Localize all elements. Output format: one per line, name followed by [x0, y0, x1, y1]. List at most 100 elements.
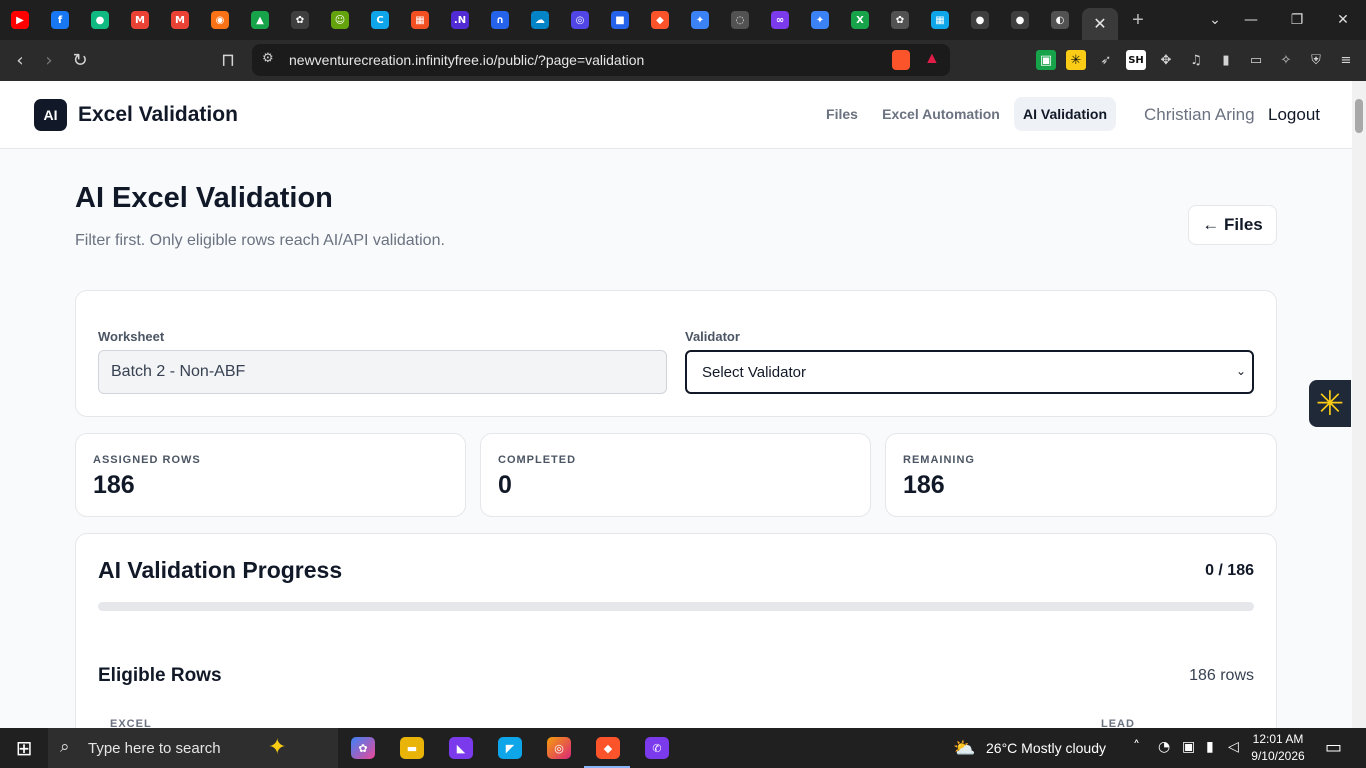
top-navbar: AI Excel Validation Files Excel Automati… — [0, 81, 1352, 149]
vpn-icon[interactable]: ⛨ — [1306, 50, 1326, 70]
camera-icon[interactable]: ▣ — [1182, 739, 1195, 755]
viber-icon[interactable]: ✆ — [645, 737, 669, 759]
file-explorer-icon[interactable]: ▬ — [400, 737, 424, 759]
nav-link-excel-automation[interactable]: Excel Automation — [880, 97, 1002, 131]
maximize-icon[interactable]: ❐ — [1274, 0, 1320, 40]
cloud-icon: ☁ — [531, 11, 549, 29]
extension-icon[interactable]: ▣ — [1036, 50, 1056, 70]
extension-icon[interactable]: SH — [1126, 50, 1146, 70]
browser-tab[interactable]: ◉ — [200, 0, 240, 40]
brave-taskbar-icon[interactable]: ◆ — [596, 737, 620, 759]
windows-start-icon[interactable]: ⊞ — [0, 728, 48, 768]
site-info-icon[interactable]: ⚙ — [262, 51, 274, 66]
menu-icon[interactable]: ≡ — [1336, 50, 1356, 70]
browser-tab[interactable]: M — [120, 0, 160, 40]
browser-tab[interactable]: ● — [1000, 0, 1040, 40]
sparkle-icon: ✦ — [268, 734, 287, 759]
brand-title[interactable]: Excel Validation — [78, 103, 238, 127]
brave-shields-icon[interactable] — [892, 50, 910, 70]
column-header-excel: EXCEL — [110, 718, 152, 728]
browser-tab[interactable]: X — [840, 0, 880, 40]
nav-link-files[interactable]: Files — [818, 97, 866, 131]
facebook-icon: f — [51, 11, 69, 29]
taskbar-search[interactable]: ⌕ Type here to search ✦ — [48, 728, 338, 768]
instagram-icon[interactable]: ◎ — [547, 737, 571, 759]
nav-link-ai-validation[interactable]: AI Validation — [1014, 97, 1116, 131]
excel-icon: X — [851, 11, 869, 29]
vscode-icon[interactable]: ◤ — [498, 737, 522, 759]
app-icon: ◉ — [211, 11, 229, 29]
weather-icon[interactable]: ⛅ — [953, 738, 975, 759]
browser-tab[interactable]: .N — [440, 0, 480, 40]
copilot-icon: C — [371, 11, 389, 29]
browser-tab[interactable]: ☁ — [520, 0, 560, 40]
close-window-icon[interactable]: ✕ — [1320, 0, 1366, 40]
square-icon: ■ — [611, 11, 629, 29]
back-icon[interactable]: ‹ — [5, 45, 35, 75]
search-icon: ⌕ — [60, 737, 70, 757]
logout-link[interactable]: Logout — [1268, 105, 1320, 125]
browser-tab[interactable]: ✦ — [680, 0, 720, 40]
stat-card-remaining: REMAINING 186 — [885, 433, 1277, 517]
validator-select[interactable]: Select Validator ⌄ — [685, 350, 1254, 394]
browser-tab[interactable]: ▦ — [920, 0, 960, 40]
address-bar[interactable]: ⚙ newventurecreation.infinityfree.io/pub… — [252, 44, 950, 76]
browser-tab[interactable]: ▲ — [240, 0, 280, 40]
browser-tab[interactable]: ✦ — [800, 0, 840, 40]
extension-icon[interactable]: ✳ — [1066, 50, 1086, 70]
browser-tab[interactable]: C — [360, 0, 400, 40]
browser-tab[interactable]: ◎ — [560, 0, 600, 40]
robot-icon: ☺ — [331, 11, 349, 29]
minimize-icon[interactable]: — — [1228, 0, 1274, 40]
progress-bar — [98, 602, 1254, 611]
visual-studio-icon[interactable]: ◣ — [449, 737, 473, 759]
browser-tab[interactable]: ● — [960, 0, 1000, 40]
microphone-icon[interactable]: ▮ — [1206, 739, 1214, 755]
scrollbar-thumb[interactable] — [1355, 99, 1363, 133]
chat-icon: ● — [91, 11, 109, 29]
browser-tab[interactable]: M — [160, 0, 200, 40]
bookmark-icon[interactable]: ⊓ — [213, 45, 243, 75]
close-tab-icon[interactable]: ✕ — [1093, 14, 1106, 34]
back-to-files-button[interactable]: ← Files — [1188, 205, 1277, 245]
brave-rewards-icon[interactable]: ▲ — [924, 50, 940, 68]
browser-tab[interactable]: ◌ — [720, 0, 760, 40]
browser-tab[interactable]: ◆ — [640, 0, 680, 40]
volume-icon[interactable]: ◁ — [1228, 739, 1239, 755]
tray-chevron-icon[interactable]: ˄ — [1133, 739, 1140, 755]
new-tab-button[interactable]: + — [1118, 0, 1158, 40]
browser-tab[interactable]: ■ — [600, 0, 640, 40]
logo-badge[interactable]: AI — [34, 99, 67, 131]
browser-tab[interactable]: ✿ — [280, 0, 320, 40]
browser-tab[interactable]: ☺ — [320, 0, 360, 40]
openai-icon: ✿ — [291, 11, 309, 29]
browser-tab[interactable]: ∞ — [760, 0, 800, 40]
browser-tab[interactable]: ∩ — [480, 0, 520, 40]
forward-icon[interactable]: › — [34, 45, 64, 75]
browser-tab[interactable]: ▦ — [400, 0, 440, 40]
active-tab[interactable]: ✕ — [1082, 8, 1118, 40]
sidebar-icon[interactable]: ▮ — [1216, 50, 1236, 70]
worksheet-field[interactable]: Batch 2 - Non-ABF — [98, 350, 667, 394]
music-icon[interactable]: ♫ — [1186, 50, 1206, 70]
rocket-icon[interactable]: ➶ — [1096, 50, 1116, 70]
puzzle-icon[interactable]: ✥ — [1156, 50, 1176, 70]
copilot-app-icon[interactable]: ✿ — [351, 737, 375, 759]
weather-text[interactable]: 26°C Mostly cloudy — [986, 740, 1106, 756]
browser-tab[interactable]: ● — [80, 0, 120, 40]
windows-taskbar: ⊞ ⌕ Type here to search ✦ ✿ ▬ ◣ ◤ ◎ ◆ ✆ … — [0, 728, 1366, 768]
page-scrollbar[interactable] — [1352, 81, 1366, 728]
leo-icon[interactable]: ✧ — [1276, 50, 1296, 70]
floating-widget-icon[interactable]: ✳ — [1309, 380, 1351, 427]
notifications-icon[interactable]: ▭ — [1325, 737, 1342, 758]
wallet-icon[interactable]: ▭ — [1246, 50, 1266, 70]
browser-tab[interactable]: f — [40, 0, 80, 40]
browser-tab[interactable]: ✿ — [880, 0, 920, 40]
wifi-icon[interactable]: ◔ — [1158, 739, 1170, 755]
reload-icon[interactable]: ↻ — [65, 45, 95, 75]
browser-tab[interactable]: ▶ — [0, 0, 40, 40]
stat-card-assigned: ASSIGNED ROWS 186 — [75, 433, 466, 517]
system-clock[interactable]: 12:01 AM 9/10/2026 — [1245, 731, 1311, 765]
browser-tab[interactable]: ◐ — [1040, 0, 1080, 40]
stat-label: REMAINING — [903, 454, 975, 466]
